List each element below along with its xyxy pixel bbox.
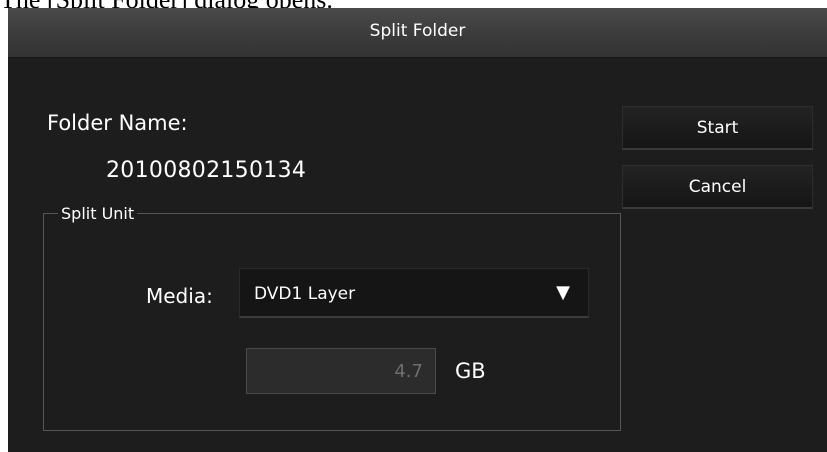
dialog-title: Split Folder [369, 21, 466, 41]
dialog-titlebar[interactable]: Split Folder [8, 8, 827, 58]
folder-name-value: 20100802150134 [106, 158, 307, 183]
media-label: Media: [146, 284, 213, 308]
media-dropdown[interactable]: DVD1 Layer ▼ [239, 268, 589, 318]
split-size-input[interactable] [246, 348, 436, 394]
split-folder-dialog: Split Folder Folder Name: 20100802150134… [8, 8, 827, 452]
split-unit-legend: Split Unit [58, 204, 138, 223]
start-button[interactable]: Start [622, 106, 813, 150]
split-unit-group [43, 213, 621, 431]
media-dropdown-value: DVD1 Layer [254, 284, 356, 304]
triangle-down-icon: ▼ [556, 282, 570, 303]
cancel-button[interactable]: Cancel [622, 165, 813, 209]
folder-name-label: Folder Name: [47, 111, 188, 135]
size-unit-label: GB [455, 359, 486, 383]
